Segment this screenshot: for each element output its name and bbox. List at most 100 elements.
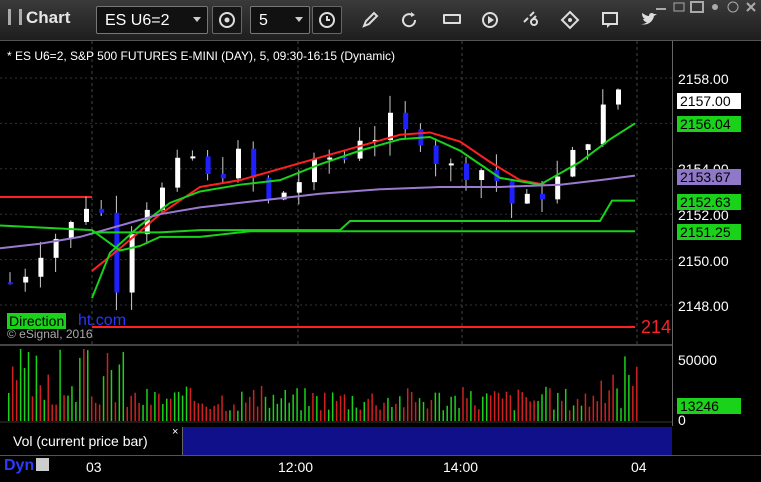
volume-bar	[67, 395, 69, 421]
volume-bar	[177, 391, 180, 421]
candle-up	[524, 193, 530, 204]
volume-bar	[90, 396, 93, 421]
dyn-text: Dyn	[4, 457, 35, 474]
volume-bar	[592, 395, 595, 421]
volume-study-label[interactable]: Vol (current price bar)	[7, 427, 183, 455]
clock-icon[interactable]	[312, 6, 342, 34]
volume-bar	[553, 409, 555, 421]
volume-bar	[134, 392, 136, 421]
price-tick: 2150.00	[678, 253, 729, 269]
volume-bar	[23, 367, 26, 421]
volume-bar	[75, 401, 77, 421]
pencil-icon[interactable]	[358, 8, 382, 32]
volume-bar	[296, 388, 298, 421]
vwap-line	[0, 174, 636, 250]
chevron-down-icon[interactable]	[295, 17, 303, 22]
volume-bar	[213, 405, 215, 421]
volume-bar	[59, 349, 61, 421]
symbol-value: ES U6=2	[105, 12, 170, 29]
red-level-label: 214	[641, 317, 672, 337]
volume-bar	[545, 386, 547, 421]
close-icon[interactable]: ×	[172, 426, 178, 438]
pin-icon[interactable]	[706, 0, 724, 12]
help-icon[interactable]	[724, 0, 742, 13]
volume-bar	[252, 389, 255, 421]
volume-bar	[632, 385, 634, 421]
volume-bar	[355, 407, 358, 421]
comment-icon[interactable]	[598, 8, 622, 32]
volume-bar	[375, 405, 377, 421]
volume-bar	[189, 387, 192, 421]
volume-bar	[217, 404, 219, 421]
volume-bar	[237, 410, 239, 421]
interval-select[interactable]: 5	[250, 6, 310, 34]
volume-bar	[584, 393, 587, 421]
volume-bar	[300, 410, 302, 421]
maximize-icon[interactable]	[688, 0, 706, 13]
volume-bar	[264, 396, 267, 421]
volume-bar	[505, 391, 508, 421]
volume-bar	[391, 406, 393, 421]
volume-bar	[561, 400, 563, 421]
volume-bar	[497, 392, 500, 421]
dyn-settings-icon[interactable]	[36, 458, 50, 471]
play-icon[interactable]	[478, 8, 502, 32]
study-bar[interactable]	[183, 427, 672, 455]
volume-bar	[422, 401, 425, 421]
volume-bar	[138, 402, 140, 421]
volume-bar	[79, 357, 81, 421]
volume-bar	[35, 355, 38, 421]
volume-bar	[173, 392, 176, 421]
refresh-icon[interactable]	[397, 8, 421, 32]
candle-down	[540, 193, 545, 200]
volume-bar	[426, 408, 429, 421]
volume-bar	[197, 403, 200, 421]
price-chart[interactable]	[0, 41, 672, 344]
volume-bar	[482, 396, 484, 421]
app-title[interactable]: Chart	[8, 8, 70, 28]
close-icon[interactable]	[742, 0, 760, 12]
candle-up	[296, 182, 302, 193]
volume-chart[interactable]	[0, 346, 672, 426]
volume-bar	[272, 394, 275, 421]
restore-icon[interactable]	[670, 0, 688, 12]
volume-bar	[320, 410, 322, 421]
volume-bar	[525, 397, 527, 421]
candle-up	[448, 163, 454, 166]
candle-down	[464, 163, 469, 180]
symbol-input[interactable]: ES U6=2	[96, 6, 208, 34]
candle-up	[600, 104, 606, 145]
volume-bar	[162, 404, 164, 421]
volume-bar	[308, 406, 310, 421]
volume-bar	[513, 410, 516, 421]
candle-down	[220, 173, 226, 179]
volume-panel[interactable]	[0, 346, 672, 426]
volume-bar	[501, 398, 504, 421]
chevron-down-icon[interactable]	[193, 17, 201, 22]
volume-bar	[612, 374, 614, 421]
volume-bar	[205, 406, 207, 421]
volume-bar	[489, 395, 492, 421]
dyn-label[interactable]: Dyn	[4, 457, 50, 475]
minimize-icon[interactable]	[652, 0, 670, 12]
volume-tick: 50000	[678, 352, 717, 368]
candle-down	[509, 181, 515, 204]
price-tag-last: 2157.00	[677, 93, 741, 109]
volume-bar	[288, 402, 290, 421]
volume-bar	[122, 351, 125, 421]
price-chart-panel[interactable]	[0, 41, 672, 344]
chart-header: * ES U6=2, S&P 500 FUTURES E-MINI (DAY),…	[7, 49, 396, 63]
volume-bar	[327, 409, 330, 421]
volume-bar	[446, 405, 448, 421]
price-tick: 2152.00	[678, 207, 729, 223]
link-icon[interactable]	[518, 8, 542, 32]
volume-bar	[331, 392, 334, 421]
candle-up	[23, 276, 29, 283]
price-tag-band-lower: 2151.25	[677, 224, 741, 240]
settings-gear-icon[interactable]	[212, 6, 242, 34]
get-icon[interactable]	[440, 8, 464, 32]
volume-bar	[324, 392, 326, 421]
diamond-icon[interactable]	[558, 8, 582, 32]
candle-down	[433, 145, 439, 164]
volume-bar	[94, 402, 97, 421]
